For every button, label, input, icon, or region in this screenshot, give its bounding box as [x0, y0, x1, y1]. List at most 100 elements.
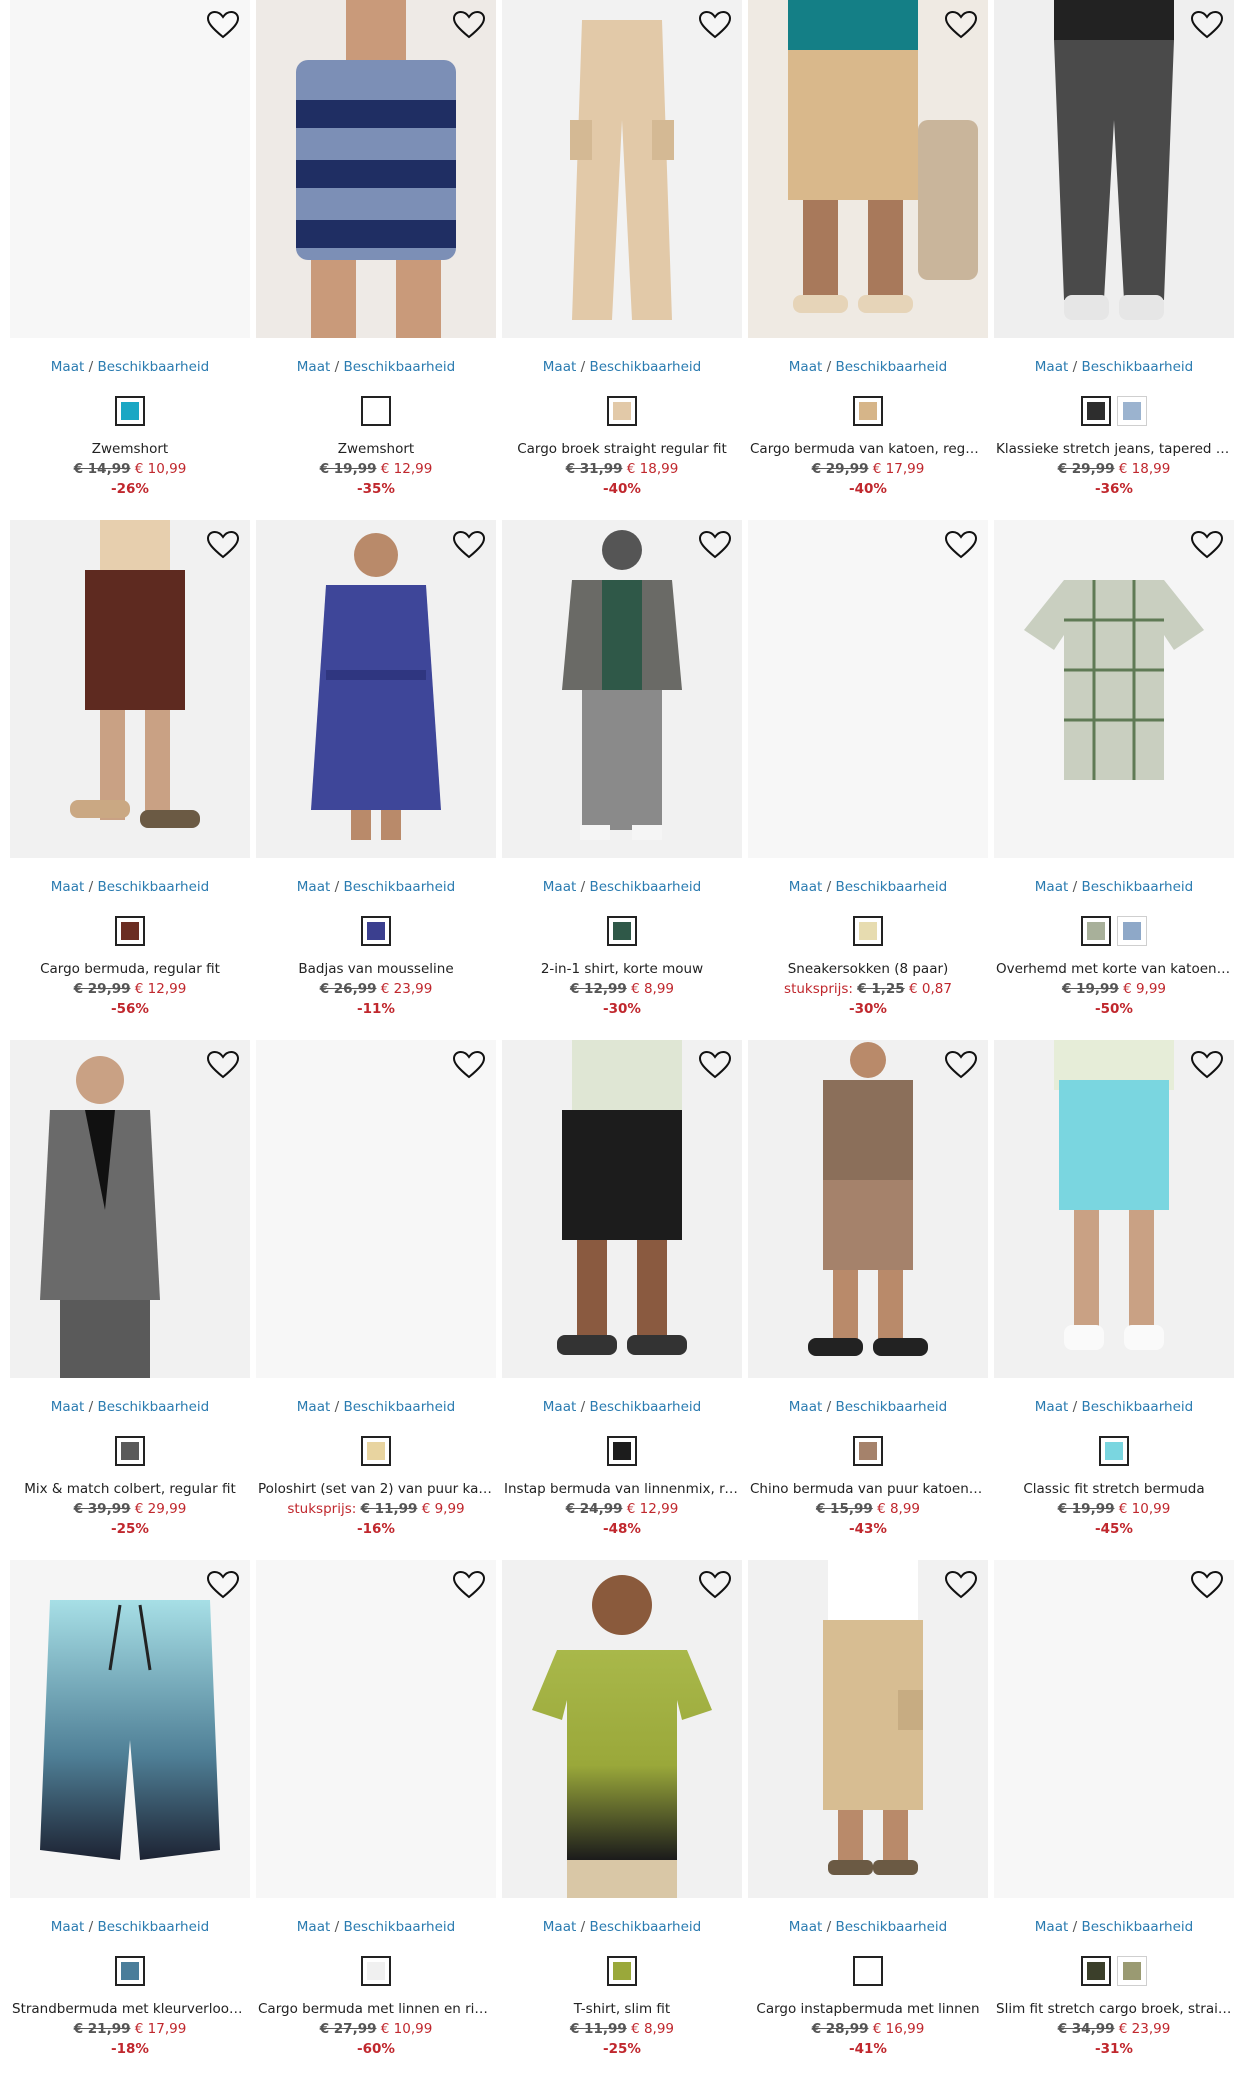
- product-image[interactable]: [748, 1040, 988, 1378]
- product-image[interactable]: [256, 1560, 496, 1898]
- heart-icon[interactable]: [698, 530, 732, 560]
- color-swatch[interactable]: [607, 1436, 637, 1466]
- size-availability-link[interactable]: Maat / Beschikbaarheid: [502, 358, 742, 376]
- color-swatch[interactable]: [1081, 396, 1111, 426]
- product-image[interactable]: [10, 0, 250, 338]
- product-image[interactable]: [748, 1560, 988, 1898]
- product-name[interactable]: Zwemshort: [256, 440, 496, 460]
- product-image[interactable]: [994, 1560, 1234, 1898]
- product-name[interactable]: Cargo broek straight regular fit: [502, 440, 742, 460]
- heart-icon[interactable]: [206, 1570, 240, 1600]
- size-availability-link[interactable]: Maat / Beschikbaarheid: [748, 878, 988, 896]
- product-name[interactable]: Cargo bermuda van katoen, regular fit: [748, 440, 988, 460]
- heart-icon[interactable]: [1190, 530, 1224, 560]
- product-image[interactable]: [994, 1040, 1234, 1378]
- product-name[interactable]: Zwemshort: [10, 440, 250, 460]
- product-card[interactable]: Maat / Beschikbaarheid Klassieke stretch…: [994, 0, 1234, 520]
- color-swatch[interactable]: [607, 1956, 637, 1986]
- heart-icon[interactable]: [206, 10, 240, 40]
- product-card[interactable]: Maat / Beschikbaarheid Zwemshort € 19,99…: [256, 0, 496, 520]
- size-availability-link[interactable]: Maat / Beschikbaarheid: [10, 1398, 250, 1416]
- product-card[interactable]: Maat / Beschikbaarheid Chino bermuda van…: [748, 1040, 988, 1560]
- product-card[interactable]: Maat / Beschikbaarheid Badjas van mousse…: [256, 520, 496, 1040]
- product-name[interactable]: Cargo bermuda, regular fit: [10, 960, 250, 980]
- product-name[interactable]: Sneakersokken (8 paar): [748, 960, 988, 980]
- product-image[interactable]: [256, 520, 496, 858]
- product-name[interactable]: Overhemd met korte van katoen met button…: [994, 960, 1234, 980]
- heart-icon[interactable]: [944, 10, 978, 40]
- size-availability-link[interactable]: Maat / Beschikbaarheid: [994, 1918, 1234, 1936]
- size-availability-link[interactable]: Maat / Beschikbaarheid: [502, 878, 742, 896]
- product-name[interactable]: Instap bermuda van linnenmix, regular fi…: [502, 1480, 742, 1500]
- product-image[interactable]: [502, 520, 742, 858]
- color-swatch[interactable]: [115, 1956, 145, 1986]
- color-swatch[interactable]: [1117, 916, 1147, 946]
- size-availability-link[interactable]: Maat / Beschikbaarheid: [256, 358, 496, 376]
- heart-icon[interactable]: [206, 1050, 240, 1080]
- color-swatch[interactable]: [361, 396, 391, 426]
- product-card[interactable]: Maat / Beschikbaarheid Cargo bermuda, re…: [10, 520, 250, 1040]
- product-image[interactable]: [748, 0, 988, 338]
- product-card[interactable]: Maat / Beschikbaarheid Sneakersokken (8 …: [748, 520, 988, 1040]
- color-swatch[interactable]: [1081, 916, 1111, 946]
- size-availability-link[interactable]: Maat / Beschikbaarheid: [10, 878, 250, 896]
- color-swatch[interactable]: [361, 916, 391, 946]
- product-image[interactable]: [502, 0, 742, 338]
- product-name[interactable]: Classic fit stretch bermuda: [994, 1480, 1234, 1500]
- color-swatch[interactable]: [1081, 1956, 1111, 1986]
- product-image[interactable]: [994, 0, 1234, 338]
- heart-icon[interactable]: [944, 1570, 978, 1600]
- product-image[interactable]: [256, 1040, 496, 1378]
- product-name[interactable]: Strandbermuda met kleurverloop, regular …: [10, 2000, 250, 2020]
- product-image[interactable]: [994, 520, 1234, 858]
- product-card[interactable]: Maat / Beschikbaarheid Cargo broek strai…: [502, 0, 742, 520]
- size-availability-link[interactable]: Maat / Beschikbaarheid: [994, 358, 1234, 376]
- product-image[interactable]: [502, 1560, 742, 1898]
- size-availability-link[interactable]: Maat / Beschikbaarheid: [748, 1918, 988, 1936]
- color-swatch[interactable]: [853, 916, 883, 946]
- product-card[interactable]: Maat / Beschikbaarheid Mix & match colbe…: [10, 1040, 250, 1560]
- heart-icon[interactable]: [1190, 10, 1224, 40]
- heart-icon[interactable]: [452, 1050, 486, 1080]
- color-swatch[interactable]: [115, 1436, 145, 1466]
- size-availability-link[interactable]: Maat / Beschikbaarheid: [994, 878, 1234, 896]
- size-availability-link[interactable]: Maat / Beschikbaarheid: [10, 1918, 250, 1936]
- product-card[interactable]: Maat / Beschikbaarheid Overhemd met kort…: [994, 520, 1234, 1040]
- size-availability-link[interactable]: Maat / Beschikbaarheid: [502, 1398, 742, 1416]
- size-availability-link[interactable]: Maat / Beschikbaarheid: [502, 1918, 742, 1936]
- product-name[interactable]: Klassieke stretch jeans, tapered en loos…: [994, 440, 1234, 460]
- heart-icon[interactable]: [1190, 1570, 1224, 1600]
- product-card[interactable]: Maat / Beschikbaarheid Cargo bermuda met…: [256, 1560, 496, 2080]
- product-card[interactable]: Maat / Beschikbaarheid Cargo bermuda van…: [748, 0, 988, 520]
- heart-icon[interactable]: [944, 1050, 978, 1080]
- size-availability-link[interactable]: Maat / Beschikbaarheid: [994, 1398, 1234, 1416]
- product-name[interactable]: Badjas van mousseline: [256, 960, 496, 980]
- color-swatch[interactable]: [1117, 1956, 1147, 1986]
- product-card[interactable]: Maat / Beschikbaarheid Slim fit stretch …: [994, 1560, 1234, 2080]
- color-swatch[interactable]: [607, 396, 637, 426]
- size-availability-link[interactable]: Maat / Beschikbaarheid: [10, 358, 250, 376]
- heart-icon[interactable]: [1190, 1050, 1224, 1080]
- product-image[interactable]: [10, 520, 250, 858]
- color-swatch[interactable]: [853, 396, 883, 426]
- product-name[interactable]: Poloshirt (set van 2) van puur katoen: [256, 1480, 496, 1500]
- heart-icon[interactable]: [206, 530, 240, 560]
- product-name[interactable]: Chino bermuda van puur katoen, regular f…: [748, 1480, 988, 1500]
- product-image[interactable]: [256, 0, 496, 338]
- product-name[interactable]: Cargo bermuda met linnen en riem, regula…: [256, 2000, 496, 2020]
- product-name[interactable]: 2-in-1 shirt, korte mouw: [502, 960, 742, 980]
- product-name[interactable]: Mix & match colbert, regular fit: [10, 1480, 250, 1500]
- heart-icon[interactable]: [698, 1050, 732, 1080]
- product-card[interactable]: Maat / Beschikbaarheid Poloshirt (set va…: [256, 1040, 496, 1560]
- product-image[interactable]: [748, 520, 988, 858]
- color-swatch[interactable]: [115, 396, 145, 426]
- heart-icon[interactable]: [698, 10, 732, 40]
- color-swatch[interactable]: [361, 1436, 391, 1466]
- product-image[interactable]: [10, 1040, 250, 1378]
- heart-icon[interactable]: [944, 530, 978, 560]
- color-swatch[interactable]: [853, 1956, 883, 1986]
- color-swatch[interactable]: [853, 1436, 883, 1466]
- color-swatch[interactable]: [1117, 396, 1147, 426]
- heart-icon[interactable]: [452, 10, 486, 40]
- product-image[interactable]: [10, 1560, 250, 1898]
